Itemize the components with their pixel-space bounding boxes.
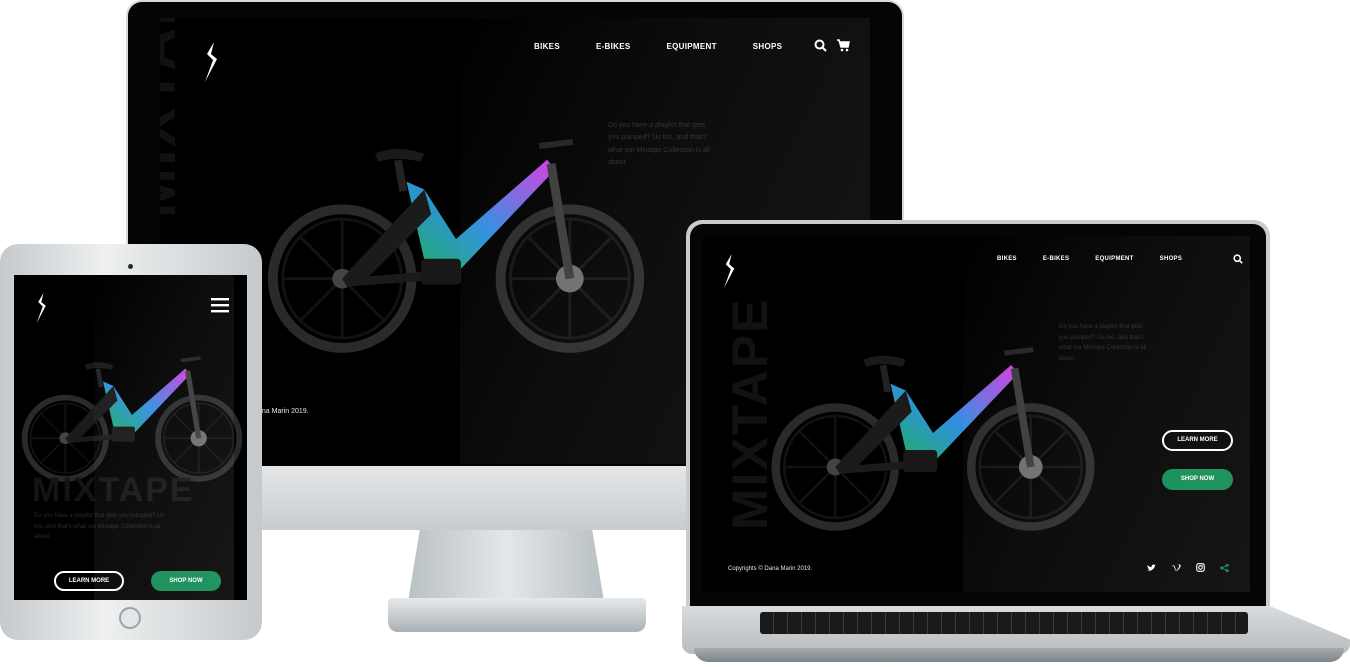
nav-shops[interactable]: SHOPS [1160, 256, 1183, 262]
shop-now-button[interactable]: SHOP NOW [1162, 469, 1233, 490]
hero-bike-image [16, 345, 247, 485]
tablet-home-button[interactable] [119, 607, 141, 629]
device-mockup-stage: BIKES E-BIKES EQUIPMENT SHOPS MIXTAPE Do… [0, 0, 1350, 667]
specialized-logo-icon[interactable] [36, 293, 48, 323]
hero-word: MIXTAPE [32, 471, 195, 509]
search-icon[interactable] [814, 39, 827, 52]
laptop-nav: BIKES E-BIKES EQUIPMENT SHOPS [997, 256, 1182, 262]
nav-e-bikes[interactable]: E-BIKES [596, 42, 631, 51]
share-icon[interactable] [1220, 563, 1229, 573]
nav-equipment[interactable]: EQUIPMENT [1095, 256, 1133, 262]
hero-blurb: Do you have a playlist that gets you pum… [608, 122, 710, 166]
nav-bikes[interactable]: BIKES [997, 256, 1017, 262]
tablet-screen: MIXTAPE Do you have a playlist that gets… [14, 275, 247, 600]
copyright-text: ana Marin 2019. [258, 408, 309, 415]
laptop-keyboard [760, 612, 1248, 634]
specialized-logo-icon[interactable] [723, 254, 737, 288]
nav-e-bikes[interactable]: E-BIKES [1043, 256, 1069, 262]
learn-more-button[interactable]: LEARN MORE [54, 571, 124, 591]
hero-blurb: Do you have a playlist that gets you pum… [34, 513, 165, 540]
monitor-stand-neck [408, 530, 604, 602]
monitor-stand-foot [388, 598, 646, 632]
search-icon[interactable] [1233, 254, 1243, 264]
laptop-screen: BIKES E-BIKES EQUIPMENT SHOPS MIXTAPE Do… [703, 236, 1250, 592]
hero-bike-image [258, 114, 654, 364]
learn-more-button[interactable]: LEARN MORE [1162, 430, 1233, 451]
copyright-text: Copyrights © Dana Marin 2019. [728, 566, 813, 572]
nav-shops[interactable]: SHOPS [753, 42, 783, 51]
specialized-logo-icon[interactable] [204, 42, 220, 82]
shop-now-button[interactable]: SHOP NOW [151, 571, 221, 591]
nav-equipment[interactable]: EQUIPMENT [667, 42, 717, 51]
desktop-nav: BIKES E-BIKES EQUIPMENT SHOPS [534, 42, 782, 51]
hero-bike-image [763, 328, 1103, 538]
hero-word-vertical: MIXTAPE [160, 18, 188, 218]
vimeo-icon[interactable] [1172, 564, 1181, 572]
tablet-camera [128, 264, 133, 269]
hero-blurb: Do you have a playlist that gets you pum… [1059, 324, 1147, 362]
nav-bikes[interactable]: BIKES [534, 42, 560, 51]
twitter-icon[interactable] [1147, 564, 1156, 572]
cart-icon[interactable] [836, 38, 850, 52]
laptop-bottom-edge [694, 648, 1344, 662]
instagram-icon[interactable] [1196, 563, 1205, 572]
hamburger-menu-icon[interactable] [210, 297, 230, 313]
